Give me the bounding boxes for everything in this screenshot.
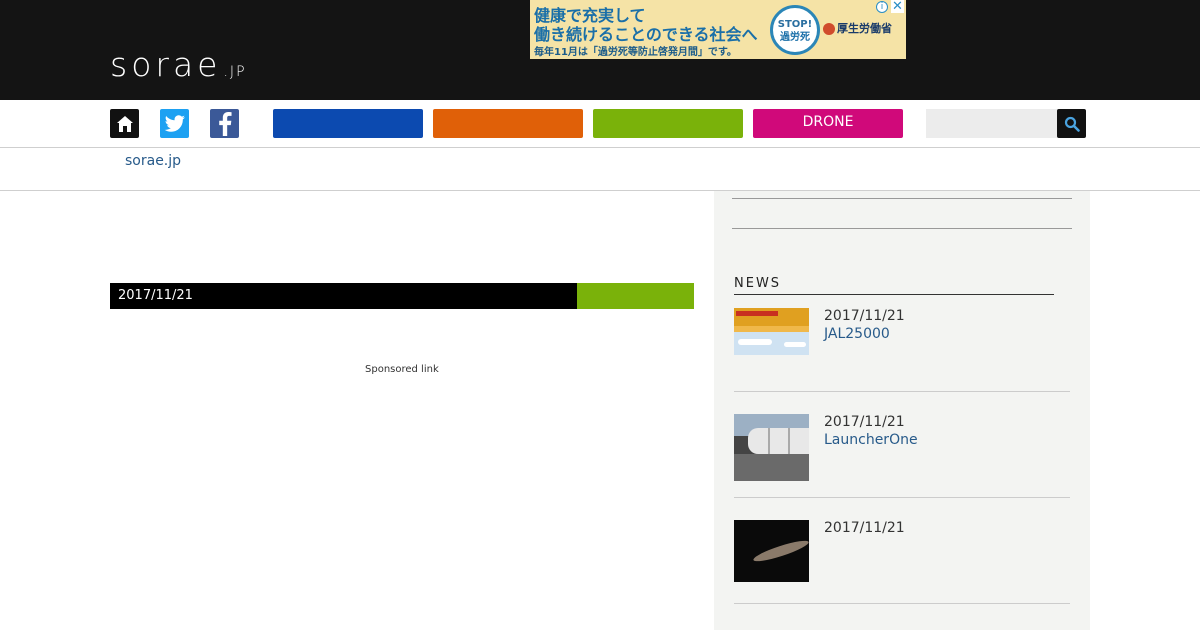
ad-info-icon[interactable]: i	[876, 1, 888, 13]
ad-badge-top: STOP!	[777, 19, 813, 30]
ad-banner[interactable]: 健康で充実して 働き続けることのできる社会へ 毎年11月は「過労死等防止啓発月間…	[530, 0, 906, 59]
search-button[interactable]	[1057, 109, 1086, 138]
sidebar-divider	[732, 228, 1072, 229]
news-separator	[734, 497, 1070, 498]
home-icon	[116, 115, 133, 132]
news-separator	[734, 391, 1070, 392]
site-logo[interactable]: sorae .JP	[110, 48, 247, 81]
ad-stop-badge: STOP! 過労死	[770, 5, 820, 55]
news-heading-rule	[734, 294, 1054, 295]
home-button[interactable]	[110, 109, 139, 138]
news-date: 2017/11/21	[824, 308, 905, 324]
category-button-1[interactable]	[273, 109, 423, 138]
news-heading: NEWS	[734, 276, 782, 291]
news-separator	[734, 603, 1070, 604]
twitter-button[interactable]	[160, 109, 189, 138]
breadcrumb-home-link[interactable]: sorae.jp	[125, 153, 181, 169]
ad-headline-2: 働き続けることのできる社会へ	[534, 25, 758, 44]
news-title-link[interactable]: LauncherOne	[824, 432, 918, 448]
ad-badge-bottom: 過労死	[780, 32, 810, 43]
facebook-button[interactable]	[210, 109, 239, 138]
article-category-tag[interactable]	[577, 283, 694, 309]
sidebar-divider	[732, 198, 1072, 199]
ad-subline: 毎年11月は「過労死等防止啓発月間」です。	[534, 47, 737, 58]
sidebar: NEWS 2017/11/21 JAL25000 2017/11/21 Laun…	[714, 191, 1090, 630]
breadcrumb: sorae.jp	[0, 148, 1200, 191]
ad-close-icon[interactable]: ✕	[891, 0, 904, 13]
search-input[interactable]	[926, 109, 1058, 138]
sponsored-label: Sponsored link	[365, 364, 439, 375]
main-nav: DRONE	[0, 100, 1200, 148]
facebook-icon	[218, 111, 232, 136]
news-thumbnail[interactable]	[734, 308, 809, 355]
news-thumbnail[interactable]	[734, 520, 809, 582]
twitter-icon	[164, 114, 185, 132]
news-date: 2017/11/21	[824, 520, 905, 536]
search-icon	[1064, 116, 1080, 132]
article-date: 2017/11/21	[118, 288, 193, 303]
news-date: 2017/11/21	[824, 414, 905, 430]
ministry-logo-icon	[823, 23, 835, 35]
news-thumbnail[interactable]	[734, 414, 809, 481]
category-button-drone[interactable]: DRONE	[753, 109, 903, 138]
category-button-2[interactable]	[433, 109, 583, 138]
logo-text: sorae	[110, 45, 222, 84]
category-button-3[interactable]	[593, 109, 743, 138]
site-header: sorae .JP 健康で充実して 働き続けることのできる社会へ 毎年11月は「過…	[0, 0, 1200, 100]
logo-suffix: .JP	[223, 64, 247, 80]
ad-ministry: 厚生労働省	[823, 20, 892, 36]
ad-ministry-name: 厚生労働省	[837, 22, 892, 35]
article-date-bar: 2017/11/21	[110, 283, 577, 309]
news-title-link[interactable]: JAL25000	[824, 326, 890, 342]
